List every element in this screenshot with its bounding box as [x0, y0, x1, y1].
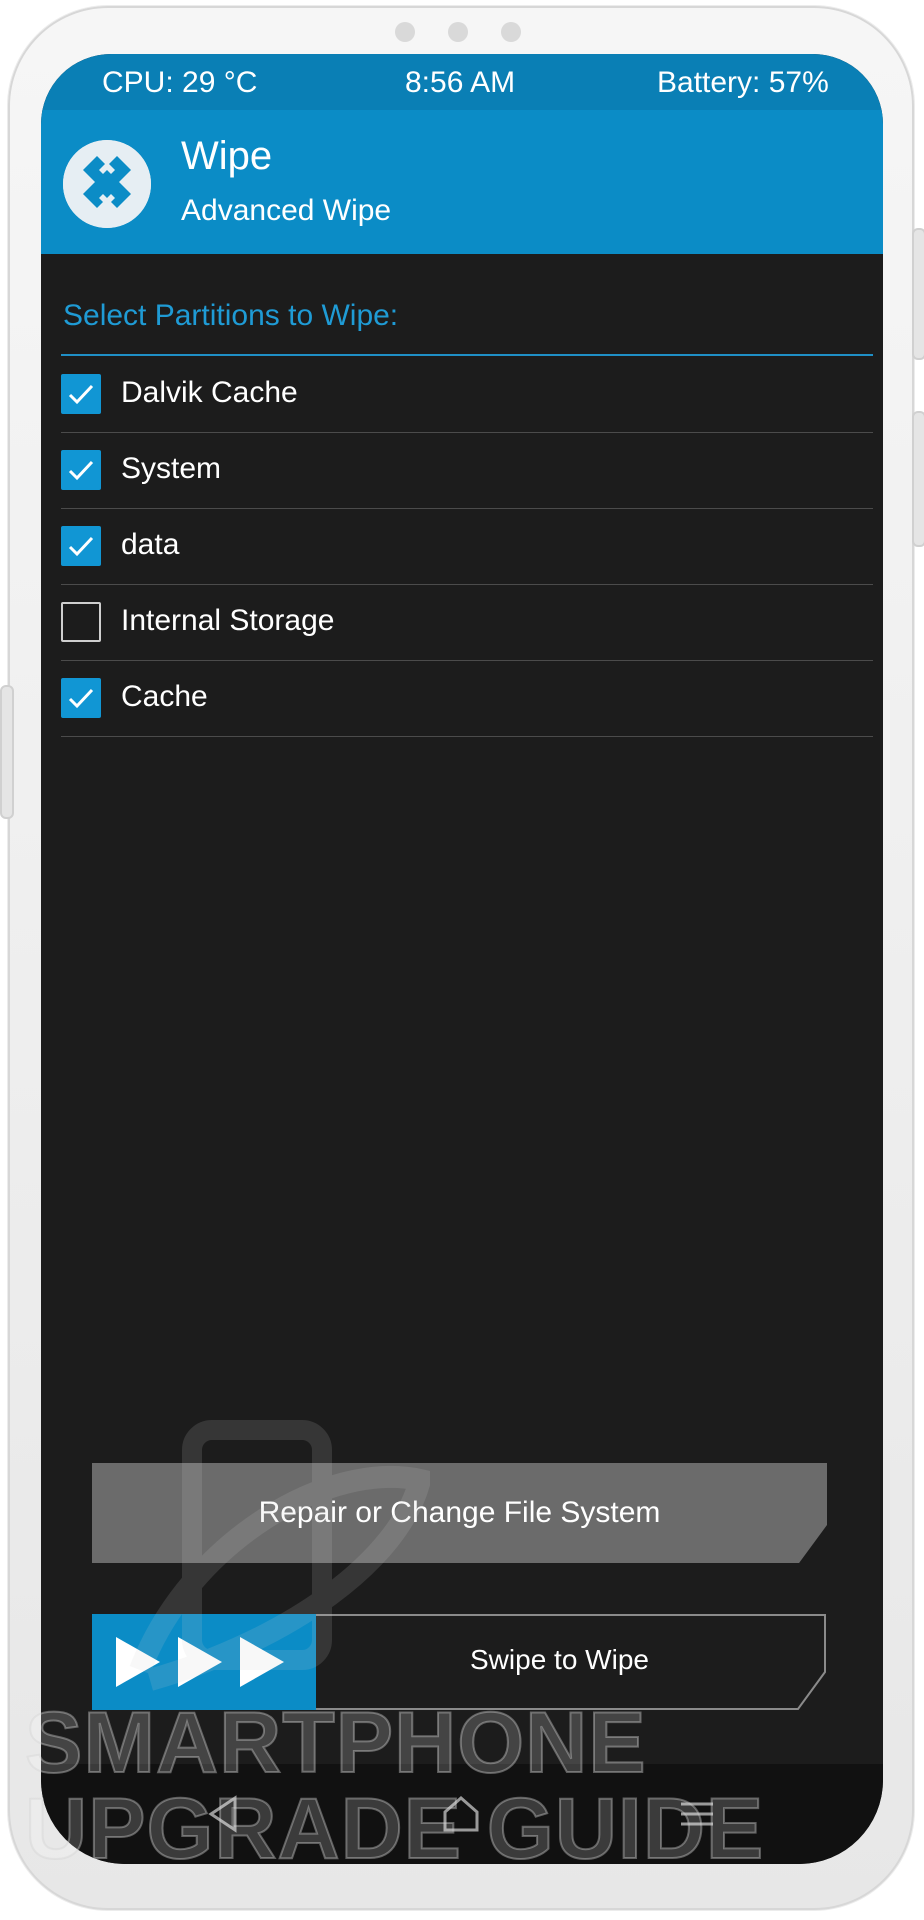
watermark-logo: SMARTPHONE UPGRADE GUIDE	[24, 1695, 765, 1877]
partition-row-internal-storage[interactable]: Internal Storage	[61, 584, 873, 661]
partition-row-system[interactable]: System	[61, 432, 873, 509]
partition-row-cache[interactable]: Cache	[61, 660, 873, 737]
camera-dots	[395, 22, 521, 42]
partition-label: Internal Storage	[121, 604, 335, 637]
page-subtitle: Advanced Wipe	[181, 194, 392, 227]
watermark-line-1: SMARTPHONE	[24, 1695, 647, 1791]
checked-checkbox-icon[interactable]	[61, 678, 101, 718]
app-header: Wipe Advanced Wipe	[41, 110, 883, 254]
page-title: Wipe	[181, 134, 273, 178]
partition-label: Dalvik Cache	[121, 376, 298, 409]
swipe-label: Swipe to Wipe	[470, 1644, 649, 1675]
cpu-temperature: CPU: 29 °C	[102, 66, 258, 99]
partition-label: Cache	[121, 680, 208, 713]
volume-down-button	[912, 411, 924, 547]
checked-checkbox-icon[interactable]	[61, 450, 101, 490]
clock: 8:56 AM	[405, 66, 516, 99]
checked-checkbox-icon[interactable]	[61, 374, 101, 414]
status-bar: CPU: 29 °C 8:56 AM Battery: 57%	[41, 54, 883, 110]
volume-up-button	[912, 228, 924, 360]
partition-row-dalvik-cache[interactable]: Dalvik Cache	[61, 356, 873, 433]
partition-label: data	[121, 528, 180, 561]
partition-row-data[interactable]: data	[61, 508, 873, 585]
watermark-line-2: UPGRADE GUIDE	[24, 1781, 765, 1877]
section-label: Select Partitions to Wipe:	[63, 299, 399, 332]
partition-label: System	[121, 452, 222, 485]
watermark-phone-icon	[129, 1420, 430, 1691]
unchecked-checkbox-icon[interactable]	[61, 602, 101, 642]
battery-level: Battery: 57%	[657, 66, 829, 99]
twrp-logo-icon	[63, 140, 151, 228]
power-button	[0, 685, 14, 819]
checked-checkbox-icon[interactable]	[61, 526, 101, 566]
